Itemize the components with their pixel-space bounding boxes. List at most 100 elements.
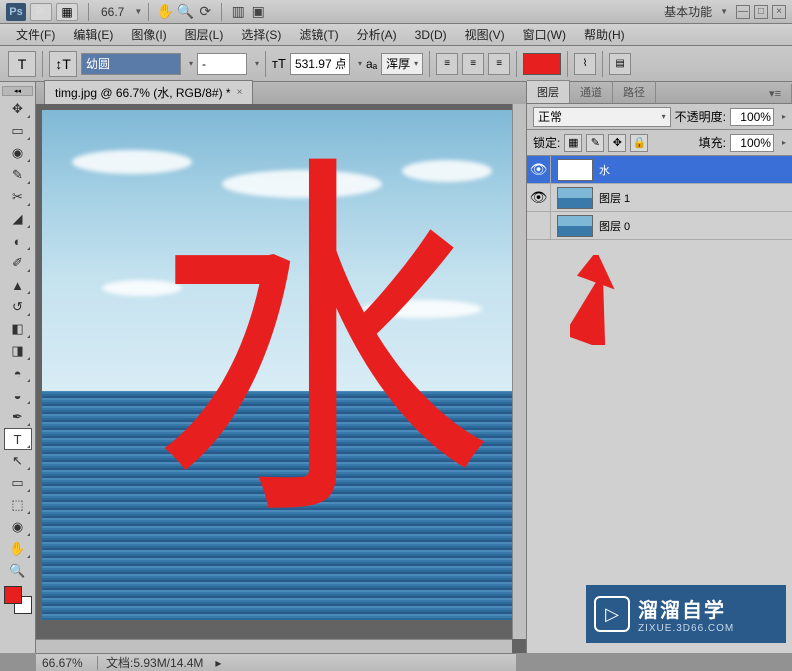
status-info-dropdown-icon[interactable]: ▸: [215, 656, 221, 670]
opacity-input[interactable]: [730, 108, 774, 126]
zoom-tool[interactable]: 🔍: [4, 560, 32, 582]
font-size-input[interactable]: [290, 53, 350, 75]
zoom-dropdown-icon[interactable]: ▼: [134, 7, 142, 16]
dodge-tool[interactable]: ◒: [4, 384, 32, 406]
close-icon[interactable]: ×: [772, 5, 786, 19]
move-tool[interactable]: ✥: [4, 98, 32, 120]
menu-filter[interactable]: 滤镜(T): [291, 24, 346, 45]
menu-file[interactable]: 文件(F): [8, 24, 63, 45]
layer-item[interactable]: 👁 图层 1: [527, 184, 792, 212]
layer-item[interactable]: 👁 T 水: [527, 156, 792, 184]
layer-item[interactable]: 图层 0: [527, 212, 792, 240]
font-family-input[interactable]: [81, 53, 181, 75]
font-style-dropdown-icon[interactable]: ▾: [255, 59, 259, 68]
arrange-documents-icon[interactable]: ▥: [228, 3, 248, 21]
hand-tool[interactable]: ✋: [4, 538, 32, 560]
text-orientation-icon[interactable]: ↕T: [49, 51, 77, 77]
rotate-view-icon[interactable]: ⟳: [195, 3, 215, 21]
healing-tool[interactable]: ◐: [4, 230, 32, 252]
watermark-title: 溜溜自学: [638, 594, 734, 623]
mini-bridge-icon[interactable]: ▦: [56, 3, 78, 21]
align-right-icon[interactable]: ≡: [488, 53, 510, 75]
marquee-tool[interactable]: ▭: [4, 120, 32, 142]
brush-tool[interactable]: ✐: [4, 252, 32, 274]
close-tab-icon[interactable]: ×: [237, 87, 243, 98]
menu-layer[interactable]: 图层(L): [177, 24, 232, 45]
warp-text-icon[interactable]: ⌇: [574, 53, 596, 75]
visibility-icon[interactable]: 👁: [527, 156, 551, 183]
minimize-icon[interactable]: —: [736, 5, 750, 19]
status-zoom[interactable]: 66.67%: [42, 656, 98, 670]
character-panel-icon[interactable]: ▤: [609, 53, 631, 75]
layer-list: 👁 T 水 👁 图层 1 图层 0: [527, 156, 792, 653]
bridge-icon[interactable]: Br: [30, 3, 52, 21]
layer-thumbnail[interactable]: [557, 215, 593, 237]
vertical-scrollbar[interactable]: [512, 104, 526, 639]
layer-thumbnail[interactable]: [557, 187, 593, 209]
menu-analysis[interactable]: 分析(A): [349, 24, 405, 45]
zoom-tool-icon[interactable]: 🔍: [175, 3, 195, 21]
fill-input[interactable]: [730, 134, 774, 152]
opacity-slider-icon[interactable]: ▸: [782, 112, 786, 121]
menu-select[interactable]: 选择(S): [233, 24, 289, 45]
font-style-input[interactable]: [197, 53, 247, 75]
stamp-tool[interactable]: ▲: [4, 274, 32, 296]
tab-layers[interactable]: 图层: [527, 80, 570, 103]
canvas[interactable]: 水: [42, 110, 512, 620]
eraser-tool[interactable]: ◧: [4, 318, 32, 340]
workspace-dropdown-icon[interactable]: ▼: [720, 7, 728, 16]
3d-tool[interactable]: ⬚: [4, 494, 32, 516]
visibility-icon[interactable]: [527, 212, 551, 239]
lock-position-icon[interactable]: ✥: [608, 134, 626, 152]
shape-tool[interactable]: ▭: [4, 472, 32, 494]
tab-paths[interactable]: 路径: [613, 81, 656, 103]
menu-view[interactable]: 视图(V): [457, 24, 513, 45]
history-brush-tool[interactable]: ↺: [4, 296, 32, 318]
foreground-background-colors[interactable]: [4, 586, 32, 614]
hand-tool-icon[interactable]: ✋: [155, 3, 175, 21]
menu-3d[interactable]: 3D(D): [407, 26, 455, 44]
lock-image-icon[interactable]: ✎: [586, 134, 604, 152]
menu-edit[interactable]: 编辑(E): [65, 24, 121, 45]
fill-slider-icon[interactable]: ▸: [782, 138, 786, 147]
tab-channels[interactable]: 通道: [570, 81, 613, 103]
eyedropper-tool[interactable]: ◢: [4, 208, 32, 230]
tool-preset-icon[interactable]: T: [8, 51, 36, 77]
zoom-level[interactable]: 66.7: [101, 5, 124, 19]
path-select-tool[interactable]: ↖: [4, 450, 32, 472]
quick-select-tool[interactable]: ✎: [4, 164, 32, 186]
font-size-dropdown-icon[interactable]: ▾: [358, 59, 362, 68]
layer-name[interactable]: 图层 0: [599, 218, 792, 234]
screen-mode-icon[interactable]: ▣: [248, 3, 268, 21]
foreground-color-swatch[interactable]: [4, 586, 22, 604]
layer-name[interactable]: 图层 1: [599, 190, 792, 206]
horizontal-scrollbar[interactable]: [36, 639, 512, 653]
menu-window[interactable]: 窗口(W): [515, 24, 574, 45]
visibility-icon[interactable]: 👁: [527, 184, 551, 211]
lock-transparent-icon[interactable]: ▦: [564, 134, 582, 152]
menu-help[interactable]: 帮助(H): [576, 24, 633, 45]
toolbox-collapse-icon[interactable]: ◂◂: [2, 86, 33, 96]
type-tool[interactable]: T: [4, 428, 32, 450]
3d-camera-tool[interactable]: ◉: [4, 516, 32, 538]
blur-tool[interactable]: ◓: [4, 362, 32, 384]
maximize-icon[interactable]: □: [754, 5, 768, 19]
lock-all-icon[interactable]: 🔒: [630, 134, 648, 152]
align-center-icon[interactable]: ≡: [462, 53, 484, 75]
blend-mode-select[interactable]: 正常▾: [533, 107, 671, 127]
workspace-label[interactable]: 基本功能: [664, 3, 712, 20]
antialiasing-select[interactable]: 浑厚▾: [381, 53, 423, 75]
lasso-tool[interactable]: ◉: [4, 142, 32, 164]
gradient-tool[interactable]: ◨: [4, 340, 32, 362]
crop-tool[interactable]: ✂: [4, 186, 32, 208]
text-color-swatch[interactable]: [523, 53, 561, 75]
panel-menu-icon[interactable]: ▾≡: [759, 84, 792, 103]
canvas-viewport[interactable]: 水: [36, 104, 526, 653]
layer-name[interactable]: 水: [599, 162, 792, 178]
align-left-icon[interactable]: ≡: [436, 53, 458, 75]
document-tab[interactable]: timg.jpg @ 66.7% (水, RGB/8#) * ×: [44, 80, 253, 104]
font-family-dropdown-icon[interactable]: ▾: [189, 59, 193, 68]
layer-thumbnail[interactable]: T: [557, 159, 593, 181]
pen-tool[interactable]: ✒: [4, 406, 32, 428]
menu-image[interactable]: 图像(I): [123, 24, 174, 45]
